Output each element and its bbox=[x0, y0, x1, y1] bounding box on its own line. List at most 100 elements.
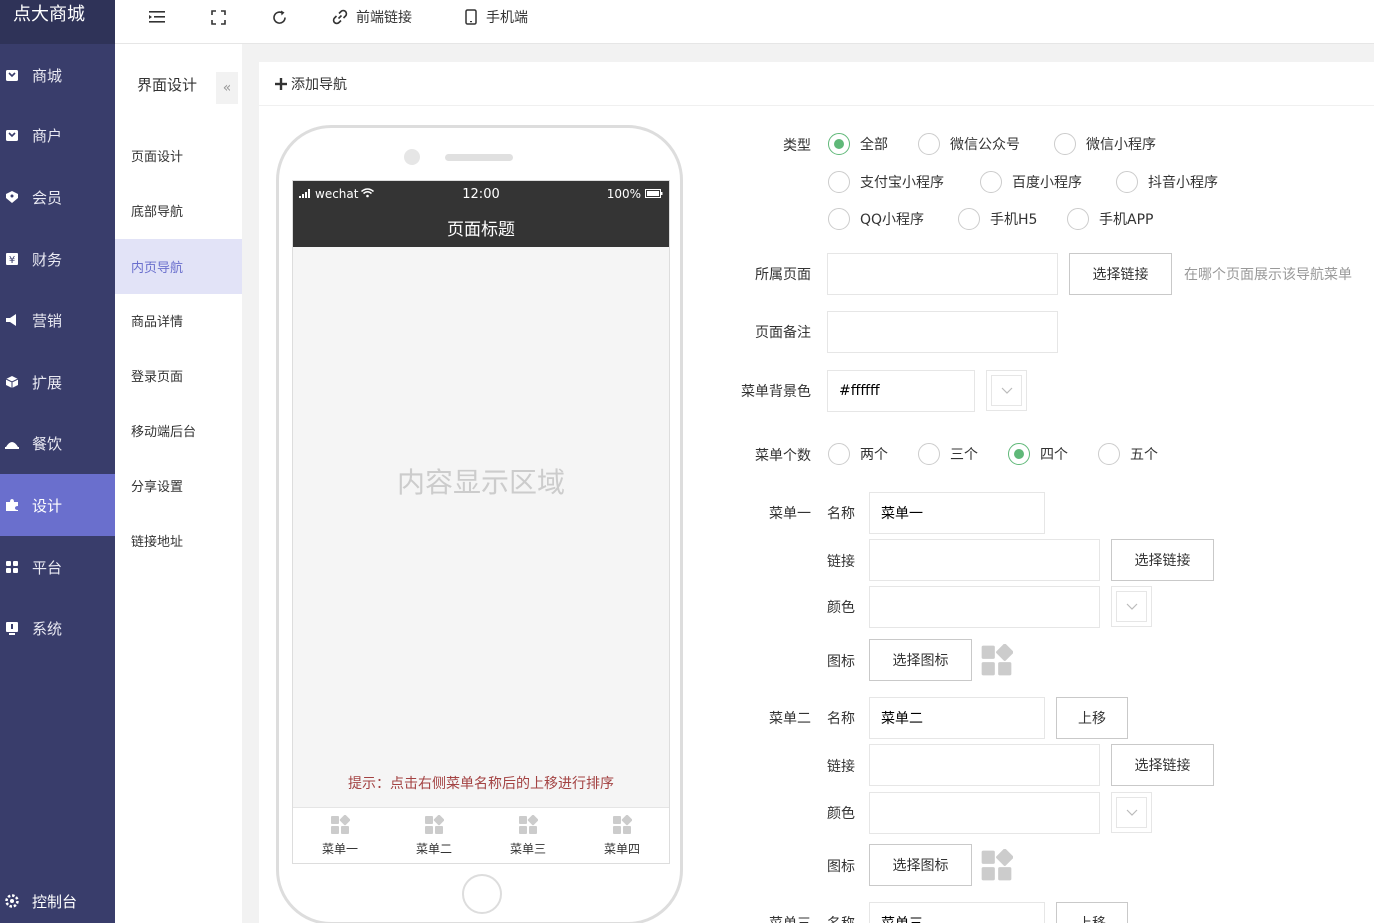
type-radio-alipay[interactable]: 支付宝小程序 bbox=[828, 171, 944, 193]
sidebar-item-system[interactable]: 系统 bbox=[0, 597, 115, 659]
phone-camera bbox=[404, 149, 420, 165]
sidebar-item-extend[interactable]: 扩展 bbox=[0, 351, 115, 413]
apps-icon bbox=[518, 814, 539, 840]
menu1-link-label: 链接 bbox=[827, 554, 855, 570]
tab-label: 菜单四 bbox=[603, 841, 640, 856]
menu2-move-up-button[interactable]: 上移 bbox=[1056, 697, 1128, 739]
app-logo[interactable]: 点大商城 bbox=[0, 0, 115, 44]
cube-icon bbox=[5, 375, 19, 389]
sub-item-inner-nav[interactable]: 内页导航 bbox=[115, 239, 242, 294]
type-radio-all[interactable]: 全部 bbox=[828, 133, 888, 155]
menu3-move-up-button[interactable]: 上移 bbox=[1056, 902, 1128, 923]
radio-dot bbox=[1098, 443, 1120, 465]
menu2-select-icon-button[interactable]: 选择图标 bbox=[869, 844, 972, 886]
page-select-link-button[interactable]: 选择链接 bbox=[1069, 253, 1172, 295]
menu1-name-input[interactable]: 菜单一 bbox=[869, 492, 1045, 534]
phone-tab-2[interactable]: 菜单二 bbox=[387, 808, 481, 863]
radio-dot bbox=[1116, 171, 1138, 193]
radio-dot bbox=[828, 208, 850, 230]
sort-tip: 提示：点击右侧菜单名称后的上移进行排序 bbox=[348, 776, 614, 792]
menu1-color-picker[interactable] bbox=[1111, 586, 1152, 627]
type-radio-app[interactable]: 手机APP bbox=[1067, 208, 1153, 230]
sub-item-product-detail[interactable]: 商品详情 bbox=[115, 293, 242, 348]
sidebar-item-label: 营销 bbox=[32, 311, 63, 330]
fullscreen-button[interactable] bbox=[211, 0, 234, 34]
tab-label: 菜单二 bbox=[415, 841, 452, 856]
menu1-link-input[interactable] bbox=[869, 539, 1100, 581]
sidebar-console[interactable]: 控制台 bbox=[0, 879, 115, 923]
type-radio-h5[interactable]: 手机H5 bbox=[958, 208, 1037, 230]
radio-dot bbox=[918, 133, 940, 155]
sidebar-item-store[interactable]: 商城 bbox=[0, 44, 115, 106]
design-subsidebar: 界面设计 « 页面设计 底部导航 内页导航 商品详情 登录页面 移动端后台 分享… bbox=[115, 44, 242, 923]
refresh-button[interactable] bbox=[271, 0, 296, 34]
sidebar-item-label: 商城 bbox=[32, 66, 63, 85]
chevron-down-icon bbox=[991, 375, 1022, 406]
radio-label: 四个 bbox=[1040, 447, 1068, 463]
mobile-button[interactable]: 手机端 bbox=[464, 0, 528, 34]
type-label: 类型 bbox=[783, 138, 811, 154]
app-root: 点大商城 商城 商户 会员 ¥ 财务 营销 扩展 餐饮 设计 平台 系统 控制台… bbox=[0, 0, 1374, 923]
type-radio-wechat-mini[interactable]: 微信小程序 bbox=[1054, 133, 1156, 155]
count-radio-four[interactable]: 四个 bbox=[1008, 443, 1068, 465]
radio-dot bbox=[958, 208, 980, 230]
menu2-name-label: 名称 bbox=[827, 711, 855, 727]
phone-tab-4[interactable]: 菜单四 bbox=[575, 808, 669, 863]
menu1-title: 菜单一 bbox=[769, 506, 811, 522]
menu2-name-input[interactable]: 菜单二 bbox=[869, 697, 1045, 739]
sub-item-page-design[interactable]: 页面设计 bbox=[115, 128, 242, 183]
menu2-select-link-button[interactable]: 选择链接 bbox=[1111, 744, 1214, 786]
type-radio-baidu[interactable]: 百度小程序 bbox=[980, 171, 1082, 193]
sidebar-item-marketing[interactable]: 营销 bbox=[0, 289, 115, 351]
count-radio-five[interactable]: 五个 bbox=[1098, 443, 1158, 465]
phone-tab-1[interactable]: 菜单一 bbox=[293, 808, 387, 863]
type-radio-qq[interactable]: QQ小程序 bbox=[828, 208, 924, 230]
sidebar-item-platform[interactable]: 平台 bbox=[0, 536, 115, 598]
sub-item-share-settings[interactable]: 分享设置 bbox=[115, 458, 242, 513]
sub-item-login-page[interactable]: 登录页面 bbox=[115, 348, 242, 403]
page-input[interactable] bbox=[827, 253, 1058, 295]
sidebar-item-design[interactable]: 设计 bbox=[0, 474, 115, 536]
puzzle-icon bbox=[5, 498, 19, 512]
bg-color-picker[interactable] bbox=[986, 370, 1027, 411]
phone-preview: wechat 12:00 100% 页面标题 内容显示区域 提示：点击右侧菜单名… bbox=[276, 125, 683, 923]
phone-tab-3[interactable]: 菜单三 bbox=[481, 808, 575, 863]
menu2-link-label: 链接 bbox=[827, 759, 855, 775]
sub-item-mobile-admin[interactable]: 移动端后台 bbox=[115, 403, 242, 458]
sidebar-item-dining[interactable]: 餐饮 bbox=[0, 412, 115, 474]
menu3-name-input[interactable]: 菜单三 bbox=[869, 902, 1045, 923]
menu1-color-input[interactable] bbox=[869, 586, 1100, 628]
indent-icon bbox=[148, 10, 166, 24]
menu1-select-link-button[interactable]: 选择链接 bbox=[1111, 539, 1214, 581]
merchant-icon bbox=[5, 128, 19, 142]
add-nav-label: 添加导航 bbox=[291, 76, 347, 93]
sub-item-link-address[interactable]: 链接地址 bbox=[115, 513, 242, 568]
menu-toggle-button[interactable] bbox=[148, 0, 174, 34]
menu2-color-input[interactable] bbox=[869, 792, 1100, 834]
add-nav-button[interactable]: 添加导航 bbox=[259, 62, 1374, 106]
bg-color-input[interactable]: #ffffff bbox=[827, 370, 975, 412]
chevron-down-icon bbox=[1116, 797, 1147, 828]
menu2-link-input[interactable] bbox=[869, 744, 1100, 786]
phone-battery: 100% bbox=[607, 187, 663, 201]
frontend-link-button[interactable]: 前端链接 bbox=[332, 0, 412, 34]
radio-dot bbox=[980, 171, 1002, 193]
count-radio-two[interactable]: 两个 bbox=[828, 443, 888, 465]
sidebar-item-finance[interactable]: ¥ 财务 bbox=[0, 228, 115, 290]
mobile-label: 手机端 bbox=[486, 10, 528, 26]
type-radio-douyin[interactable]: 抖音小程序 bbox=[1116, 171, 1218, 193]
phone-speaker bbox=[445, 154, 513, 161]
sidebar-item-merchant[interactable]: 商户 bbox=[0, 104, 115, 166]
radio-dot bbox=[828, 171, 850, 193]
count-radio-three[interactable]: 三个 bbox=[918, 443, 978, 465]
collapse-button[interactable]: « bbox=[216, 72, 238, 104]
sub-item-bottom-nav[interactable]: 底部导航 bbox=[115, 183, 242, 238]
sidebar-item-member[interactable]: 会员 bbox=[0, 166, 115, 228]
type-radio-wechat-mp[interactable]: 微信公众号 bbox=[918, 133, 1020, 155]
radio-dot bbox=[1067, 208, 1089, 230]
menu1-select-icon-button[interactable]: 选择图标 bbox=[869, 639, 972, 681]
menu2-title: 菜单二 bbox=[769, 711, 811, 727]
remark-input[interactable] bbox=[827, 311, 1058, 353]
menu2-color-picker[interactable] bbox=[1111, 792, 1152, 833]
menu1-name-label: 名称 bbox=[827, 506, 855, 522]
